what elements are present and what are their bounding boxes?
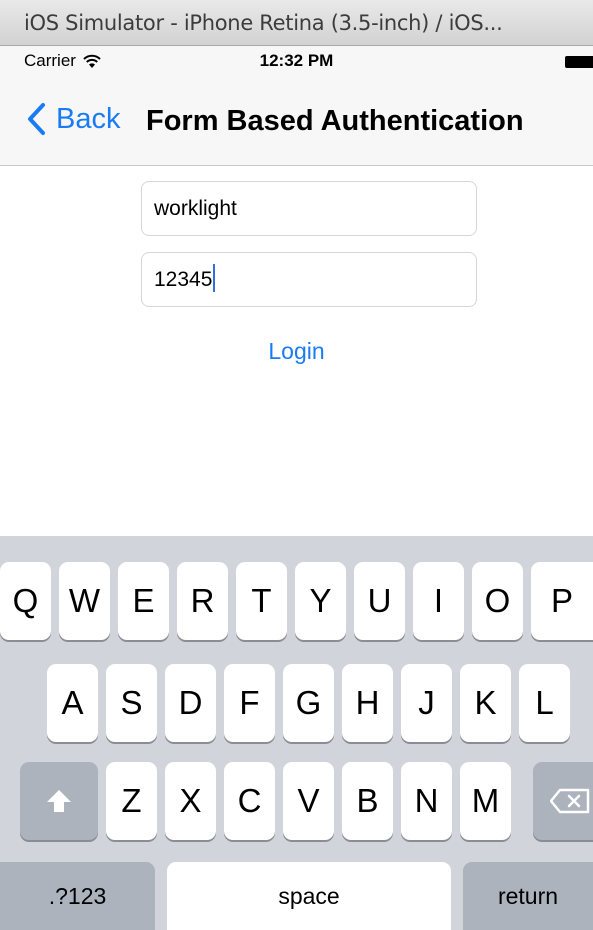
key-h[interactable]: H xyxy=(342,664,393,742)
key-u[interactable]: U xyxy=(354,562,405,640)
numbers-key[interactable]: .?123 xyxy=(0,862,155,930)
status-time: 12:32 PM xyxy=(259,51,334,70)
key-l[interactable]: L xyxy=(519,664,570,742)
key-i[interactable]: I xyxy=(413,562,464,640)
key-w[interactable]: W xyxy=(59,562,110,640)
key-f[interactable]: F xyxy=(224,664,275,742)
login-button[interactable]: Login xyxy=(0,338,593,365)
key-n[interactable]: N xyxy=(401,762,452,840)
password-field[interactable]: 12345 xyxy=(141,252,477,307)
key-x[interactable]: X xyxy=(165,762,216,840)
simulator-window-title: iOS Simulator - iPhone Retina (3.5-inch)… xyxy=(0,0,593,46)
key-y[interactable]: Y xyxy=(295,562,346,640)
return-key[interactable]: return xyxy=(463,862,593,930)
space-key[interactable]: space xyxy=(167,862,451,930)
back-button-label: Back xyxy=(56,102,121,135)
key-g[interactable]: G xyxy=(283,664,334,742)
username-value: worklight xyxy=(154,197,237,220)
keyboard: Q W E R T Y U I O P A S D F G H J K L Z … xyxy=(0,536,593,930)
key-o[interactable]: O xyxy=(472,562,523,640)
status-bar: Carrier 12:32 PM xyxy=(0,46,593,78)
key-z[interactable]: Z xyxy=(106,762,157,840)
key-e[interactable]: E xyxy=(118,562,169,640)
back-button[interactable]: Back xyxy=(26,102,120,136)
key-q[interactable]: Q xyxy=(0,562,51,640)
key-t[interactable]: T xyxy=(236,562,287,640)
key-a[interactable]: A xyxy=(47,664,98,742)
login-form: worklight 12345 Login xyxy=(0,166,593,536)
password-value: 12345 xyxy=(154,268,213,291)
delete-backspace-icon xyxy=(550,788,590,814)
page-title: Form Based Authentication xyxy=(146,105,524,137)
key-b[interactable]: B xyxy=(342,762,393,840)
key-c[interactable]: C xyxy=(224,762,275,840)
text-caret xyxy=(213,264,216,293)
key-j[interactable]: J xyxy=(401,664,452,742)
battery-icon xyxy=(565,56,593,68)
key-m[interactable]: M xyxy=(460,762,511,840)
shift-arrow-icon xyxy=(47,790,71,812)
key-p[interactable]: P xyxy=(531,562,593,640)
key-r[interactable]: R xyxy=(177,562,228,640)
key-v[interactable]: V xyxy=(283,762,334,840)
delete-key[interactable] xyxy=(533,762,593,840)
key-k[interactable]: K xyxy=(460,664,511,742)
username-field[interactable]: worklight xyxy=(141,181,477,236)
shift-key[interactable] xyxy=(20,762,98,840)
navigation-bar: Back Form Based Authentication xyxy=(0,78,593,166)
key-s[interactable]: S xyxy=(106,664,157,742)
key-d[interactable]: D xyxy=(165,664,216,742)
chevron-left-icon xyxy=(28,103,45,135)
